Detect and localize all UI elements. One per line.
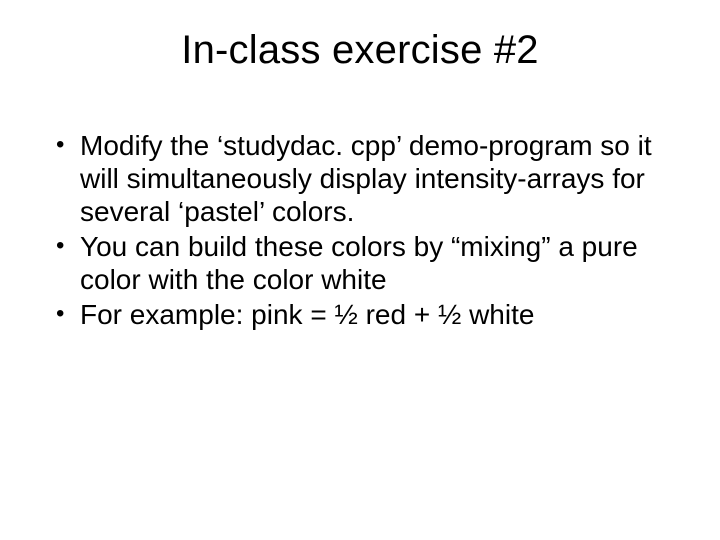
bullet-item: You can build these colors by “mixing” a… (50, 230, 670, 296)
bullet-item: Modify the ‘studydac. cpp’ demo-program … (50, 129, 670, 228)
slide-title: In-class exercise #2 (40, 28, 680, 73)
bullet-list: Modify the ‘studydac. cpp’ demo-program … (40, 129, 680, 331)
slide: In-class exercise #2 Modify the ‘studyda… (0, 0, 720, 540)
bullet-item: For example: pink = ½ red + ½ white (50, 298, 670, 331)
